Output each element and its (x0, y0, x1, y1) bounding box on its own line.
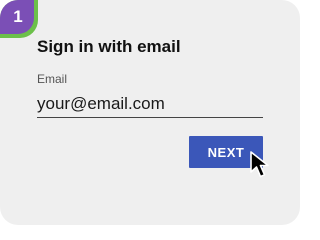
step-number-badge: 1 (0, 0, 34, 34)
page-title: Sign in with email (37, 37, 181, 56)
sign-in-card: 1 Sign in with email Email NEXT (0, 0, 300, 225)
email-label: Email (37, 72, 68, 86)
step-indicator: 1 (0, 0, 40, 40)
email-field[interactable] (37, 90, 263, 118)
hand-pointer-icon (250, 151, 269, 178)
